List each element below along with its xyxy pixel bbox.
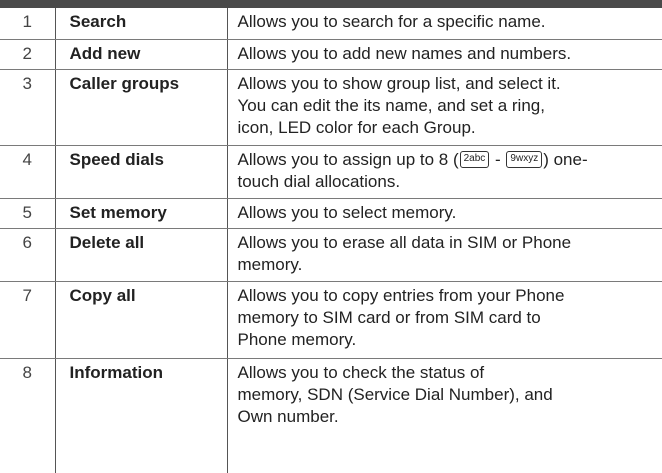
- menu-name: Set memory: [55, 198, 228, 229]
- description-line: Allows you to search for a specific name…: [237, 12, 546, 31]
- description-line: Allows you to erase all data in SIM or P…: [237, 232, 572, 252]
- description-line: memory, SDN (Service Dial Number), and: [237, 384, 553, 404]
- description-line: icon, LED color for each Group.: [237, 117, 476, 137]
- menu-description: Allows you to check the status of memory…: [227, 358, 662, 473]
- row-number: 1: [0, 8, 56, 40]
- table-row: 8 Information Allows you to check the st…: [0, 358, 662, 473]
- table-row: 4 Speed dials Allows you to assign up to…: [0, 145, 662, 199]
- description-line: Allows you to copy entries from your Pho…: [237, 285, 565, 305]
- row-number: 3: [0, 69, 56, 146]
- table-row: 2 Add new Allows you to add new names an…: [0, 39, 662, 70]
- menu-name: Search: [55, 8, 228, 40]
- description-line: Allows you to add new names and numbers.: [237, 43, 572, 63]
- description-line: Phone memory.: [237, 329, 357, 349]
- menu-description: Allows you to search for a specific name…: [227, 8, 662, 40]
- menu-description: Allows you to select memory.: [227, 198, 662, 229]
- menu-description: Allows you to copy entries from your Pho…: [227, 281, 662, 359]
- description-text: ) one-: [543, 149, 588, 169]
- row-number: 4: [0, 145, 56, 199]
- table-row: 3 Caller groups Allows you to show group…: [0, 69, 662, 146]
- phonebook-menu-table: 1 Search Allows you to search for a spec…: [0, 8, 662, 473]
- row-number: 6: [0, 228, 56, 282]
- menu-name: Delete all: [55, 228, 228, 282]
- table-row: 5 Set memory Allows you to select memory…: [0, 198, 662, 229]
- menu-name: Information: [55, 358, 228, 473]
- menu-description: Allows you to add new names and numbers.: [227, 39, 662, 70]
- description-text: Allows you to assign up to 8 (: [237, 149, 459, 169]
- description-line: memory to SIM card or from SIM card to: [237, 307, 541, 327]
- manual-page: 1 Search Allows you to search for a spec…: [0, 0, 662, 473]
- description-line: Allows you to show group list, and selec…: [237, 73, 561, 93]
- menu-name: Copy all: [55, 281, 228, 359]
- table-row: 1 Search Allows you to search for a spec…: [0, 8, 662, 40]
- table-header-bar: [0, 0, 662, 8]
- key-2-icon: 2abc: [459, 150, 490, 168]
- row-number: 5: [0, 198, 56, 229]
- menu-description: Allows you to show group list, and selec…: [227, 69, 662, 146]
- menu-name: Add new: [55, 39, 228, 70]
- row-number: 7: [0, 281, 56, 359]
- table-row: 6 Delete all Allows you to erase all dat…: [0, 228, 662, 282]
- table-row: 7 Copy all Allows you to copy entries fr…: [0, 281, 662, 359]
- description-line: You can edit the its name, and set a rin…: [237, 95, 545, 115]
- menu-description: Allows you to erase all data in SIM or P…: [227, 228, 662, 282]
- key-9-icon: 9wxyz: [506, 150, 543, 168]
- key-range-separator: -: [490, 149, 506, 169]
- menu-name: Caller groups: [55, 69, 228, 146]
- description-line: memory.: [237, 254, 303, 274]
- description-line: Allows you to assign up to 8 (2abc - 9wx…: [238, 149, 655, 171]
- row-number: 2: [0, 39, 56, 70]
- row-number: 8: [0, 358, 56, 473]
- menu-name: Speed dials: [55, 145, 228, 199]
- description-line: Allows you to check the status of: [237, 362, 485, 382]
- description-line: Own number.: [237, 406, 339, 426]
- description-line: touch dial allocations.: [237, 171, 401, 191]
- description-line: Allows you to select memory.: [237, 202, 457, 222]
- menu-description: Allows you to assign up to 8 (2abc - 9wx…: [227, 145, 662, 199]
